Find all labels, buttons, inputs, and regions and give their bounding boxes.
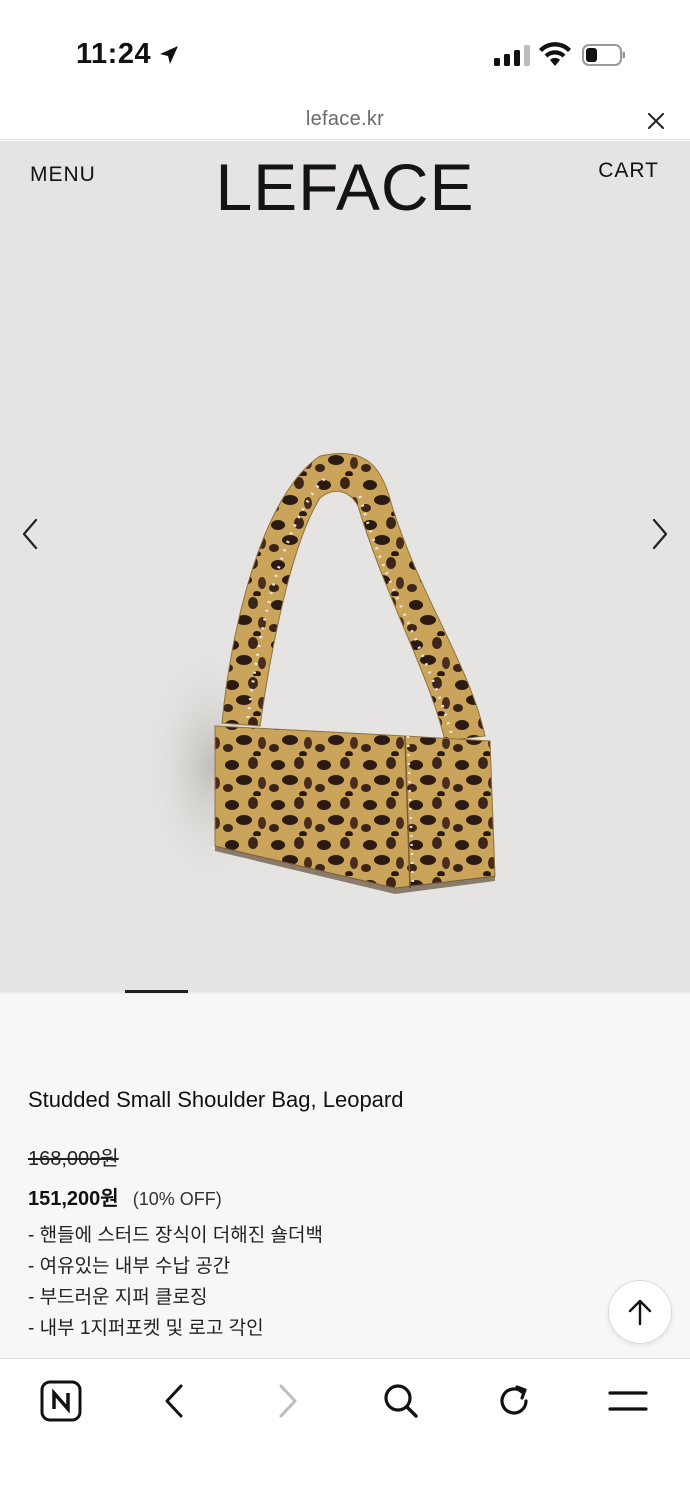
feature-list: - 핸들에 스터드 장식이 더해진 숄더백 - 여유있는 내부 수납 공간 - … <box>28 1220 323 1344</box>
feature-item: - 여유있는 내부 수납 공간 <box>28 1256 231 1277</box>
discount-label: (10% OFF) <box>132 1189 222 1209</box>
scroll-to-top-button[interactable] <box>608 1280 672 1344</box>
product-gallery[interactable]: MENU LEFACE CART <box>0 141 690 993</box>
location-arrow-icon <box>160 45 179 64</box>
naver-home-icon <box>40 1380 82 1422</box>
browser-url-bar[interactable]: leface.kr <box>0 100 690 140</box>
arrow-up-icon <box>628 1299 652 1326</box>
time-text: 11:24 <box>76 38 152 70</box>
search-icon <box>384 1384 418 1418</box>
clock: 11:24 <box>76 38 181 71</box>
cart-button[interactable]: CART <box>598 159 659 183</box>
search-button[interactable] <box>379 1379 423 1423</box>
wifi-icon <box>539 42 571 66</box>
product-image <box>140 453 496 896</box>
slide-progress-indicator <box>125 990 188 993</box>
feature-item: - 부드러운 지퍼 클로징 <box>28 1287 208 1308</box>
cellular-signal-icon <box>494 44 530 66</box>
url-text[interactable]: leface.kr <box>0 108 690 131</box>
site-logo[interactable]: LEFACE <box>0 149 690 225</box>
close-icon[interactable] <box>646 111 666 131</box>
chevron-right-icon[interactable] <box>648 517 672 551</box>
browser-toolbar <box>0 1358 690 1500</box>
refresh-button[interactable] <box>492 1379 536 1423</box>
menu-icon <box>608 1391 648 1411</box>
original-price: 168,000원 <box>28 1148 119 1170</box>
refresh-icon <box>500 1385 528 1415</box>
menu-button-toolbar[interactable] <box>606 1379 650 1423</box>
sale-price: 151,200원 <box>28 1188 119 1210</box>
chevron-left-icon[interactable] <box>18 517 42 551</box>
battery-icon <box>582 44 625 66</box>
product-name: Studded Small Shoulder Bag, Leopard <box>28 1087 404 1112</box>
back-icon <box>165 1384 183 1418</box>
forward-icon <box>279 1384 297 1418</box>
status-bar: 11:24 <box>0 0 690 100</box>
back-button[interactable] <box>152 1379 196 1423</box>
feature-item: - 내부 1지퍼포켓 및 로고 각인 <box>28 1318 264 1339</box>
feature-item: - 핸들에 스터드 장식이 더해진 숄더백 <box>28 1225 323 1246</box>
forward-button[interactable] <box>266 1379 310 1423</box>
sale-price-row: 151,200원 (10% OFF) <box>28 1182 222 1211</box>
naver-home-button[interactable] <box>39 1379 83 1423</box>
product-info: Studded Small Shoulder Bag, Leopard 168,… <box>0 994 690 1358</box>
